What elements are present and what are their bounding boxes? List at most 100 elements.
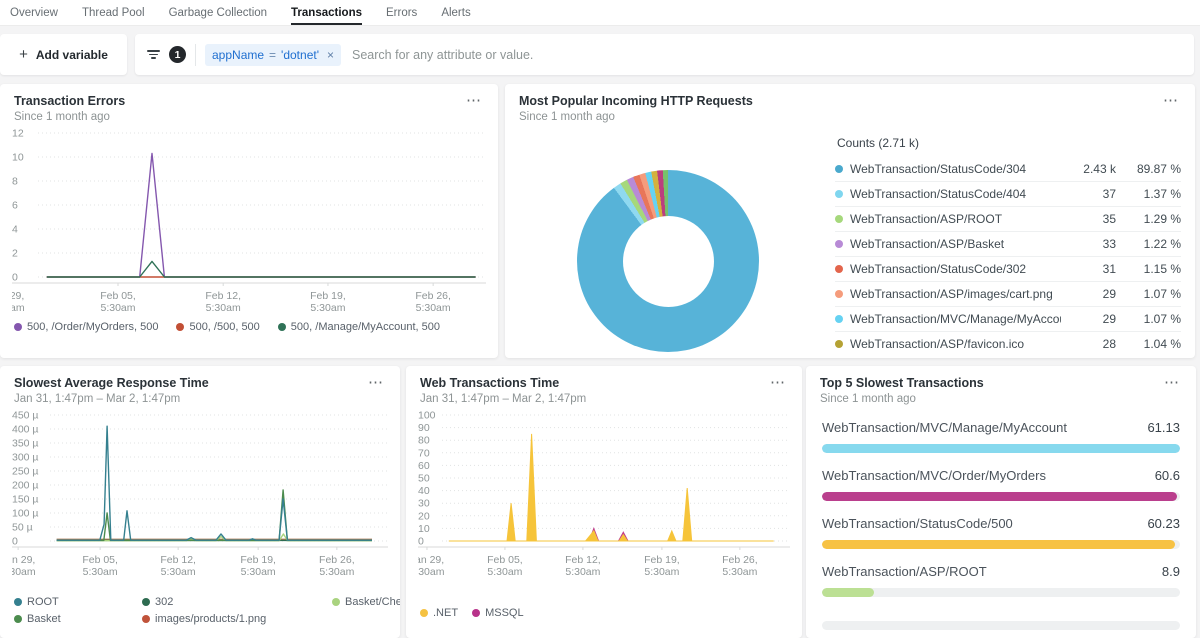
table-row[interactable]: WebTransaction/StatusCode/304 2.43 k 89.87… [835, 157, 1181, 182]
legend-label: 302 [155, 596, 173, 608]
svg-text:8: 8 [12, 176, 18, 188]
legend-dot-icon [332, 598, 340, 606]
filter-bar: 1 appName = 'dotnet' × [135, 34, 1194, 75]
tab-errors[interactable]: Errors [386, 0, 417, 25]
legend-dot-icon [14, 598, 22, 606]
svg-text:0: 0 [418, 536, 424, 548]
legend-dot-icon [420, 609, 428, 617]
legend-label: 500, /500, 500 [189, 321, 259, 333]
legend-item[interactable]: ROOT [14, 596, 142, 608]
transaction-errors-chart: 121086420Jan 29,5:30amFeb 05,5:30amFeb 1… [12, 129, 486, 315]
legend-item[interactable]: .NET [420, 607, 458, 619]
svg-text:50: 50 [418, 473, 430, 485]
svg-text:Feb 19,: Feb 19, [644, 554, 680, 566]
transaction-name: WebTransaction/StatusCode/404 [850, 187, 1061, 201]
table-row[interactable]: WebTransaction/ASP/Basket331.22 % [835, 232, 1181, 257]
percent-value: 1.04 % [1123, 337, 1181, 351]
donut-chart [577, 170, 759, 352]
svg-text:20: 20 [418, 510, 430, 522]
chip-close-icon[interactable]: × [327, 48, 334, 62]
top5-row[interactable] [822, 612, 1180, 630]
top5-row[interactable]: WebTransaction/ASP/ROOT8.9 [822, 564, 1180, 597]
svg-text:5:30am: 5:30am [722, 566, 757, 578]
panel-menu-icon[interactable]: ⋯ [768, 376, 788, 390]
panel-menu-icon[interactable]: ⋯ [464, 94, 484, 108]
top5-row[interactable]: WebTransaction/MVC/Manage/MyAccount61.13 [822, 420, 1180, 453]
legend-item[interactable]: Basket/Checkout [332, 596, 400, 608]
legend-item[interactable]: 500, /Manage/MyAccount, 500 [278, 321, 440, 333]
table-row[interactable]: WebTransaction/StatusCode/302311.15 % [835, 257, 1181, 282]
bar-fill [822, 492, 1177, 501]
legend-item[interactable]: 302 [142, 596, 332, 608]
svg-text:80: 80 [418, 435, 430, 447]
legend-dot-icon [142, 615, 150, 623]
filter-icon[interactable] [147, 50, 160, 59]
filter-chip[interactable]: appName = 'dotnet' × [205, 44, 341, 66]
svg-text:Feb 05,: Feb 05, [487, 554, 523, 566]
search-input[interactable] [350, 47, 1182, 63]
table-row[interactable]: WebTransaction/StatusCode/404371.37 % [835, 182, 1181, 207]
legend-item[interactable]: MSSQL [472, 607, 524, 619]
series-dot-icon [835, 265, 843, 273]
svg-text:0: 0 [12, 536, 18, 548]
top5-row[interactable]: WebTransaction/MVC/Order/MyOrders60.6 [822, 468, 1180, 501]
svg-text:12: 12 [12, 129, 24, 140]
svg-text:150 µ: 150 µ [12, 494, 39, 506]
tab-transactions[interactable]: Transactions [291, 0, 362, 25]
series-dot-icon [835, 215, 843, 223]
svg-text:Jan 29,: Jan 29, [12, 554, 35, 566]
tab-garbage-collection[interactable]: Garbage Collection [169, 0, 267, 25]
table-row[interactable]: WebTransaction/MVC/Manage/MyAccou...291.… [835, 307, 1181, 332]
legend-label: 500, /Manage/MyAccount, 500 [291, 321, 440, 333]
panel-menu-icon[interactable]: ⋯ [366, 376, 386, 390]
legend-item[interactable]: 500, /Order/MyOrders, 500 [14, 321, 158, 333]
tab-thread-pool[interactable]: Thread Pool [82, 0, 145, 25]
panel-subtitle: Since 1 month ago [519, 111, 753, 123]
tab-overview[interactable]: Overview [10, 0, 58, 25]
svg-text:5:30am: 5:30am [241, 566, 276, 578]
svg-text:0: 0 [12, 272, 18, 284]
filter-count-badge: 1 [169, 46, 186, 63]
add-variable-button[interactable]: + Add variable [0, 34, 127, 75]
slowest-average-chart: 450 µ400 µ350 µ300 µ250 µ200 µ150 µ100 µ… [12, 411, 388, 581]
legend-item[interactable]: images/products/1.png [142, 613, 332, 625]
legend-label: 500, /Order/MyOrders, 500 [27, 321, 158, 333]
series-dot-icon [835, 240, 843, 248]
transaction-name: WebTransaction/ASP/Basket [850, 237, 1061, 251]
table-row[interactable]: WebTransaction/ASP/images/cart.png291.07… [835, 282, 1181, 307]
series-dot-icon [835, 165, 843, 173]
svg-text:300 µ: 300 µ [12, 452, 39, 464]
legend-dot-icon [472, 609, 480, 617]
plus-icon: + [19, 46, 28, 63]
count-value: 33 [1068, 237, 1116, 251]
legend-item[interactable]: Basket [14, 613, 142, 625]
svg-text:Feb 19,: Feb 19, [310, 290, 346, 302]
svg-text:250 µ: 250 µ [12, 466, 39, 478]
percent-value: 1.37 % [1123, 187, 1181, 201]
svg-text:Feb 12,: Feb 12, [565, 554, 601, 566]
svg-text:40: 40 [418, 485, 430, 497]
panel-menu-icon[interactable]: ⋯ [1161, 94, 1181, 108]
legend-item[interactable]: 500, /500, 500 [176, 321, 259, 333]
panel-title: Slowest Average Response Time [14, 376, 209, 390]
legend-dot-icon [176, 323, 184, 331]
count-value: 2.43 k [1068, 162, 1116, 176]
legend-label: Basket [27, 613, 61, 625]
legend-label: images/products/1.png [155, 613, 266, 625]
legend-label: ROOT [27, 596, 59, 608]
top5-row[interactable]: WebTransaction/StatusCode/50060.23 [822, 516, 1180, 549]
transaction-name: WebTransaction/MVC/Manage/MyAccount [822, 420, 1067, 435]
svg-text:5:30am: 5:30am [418, 566, 445, 578]
tab-alerts[interactable]: Alerts [441, 0, 470, 25]
svg-text:30: 30 [418, 498, 430, 510]
count-value: 28 [1068, 337, 1116, 351]
transaction-name: WebTransaction/StatusCode/304 [850, 162, 1061, 176]
table-row[interactable]: WebTransaction/ASP/favicon.ico281.04 % [835, 332, 1181, 356]
percent-value: 89.87 % [1123, 162, 1181, 176]
bar-fill [822, 444, 1180, 453]
percent-value: 1.15 % [1123, 262, 1181, 276]
panel-subtitle: Jan 31, 1:47pm – Mar 2, 1:47pm [14, 393, 209, 405]
table-row[interactable]: WebTransaction/ASP/ROOT351.29 % [835, 207, 1181, 232]
panel-menu-icon[interactable]: ⋯ [1162, 376, 1182, 390]
svg-text:200 µ: 200 µ [12, 480, 39, 492]
